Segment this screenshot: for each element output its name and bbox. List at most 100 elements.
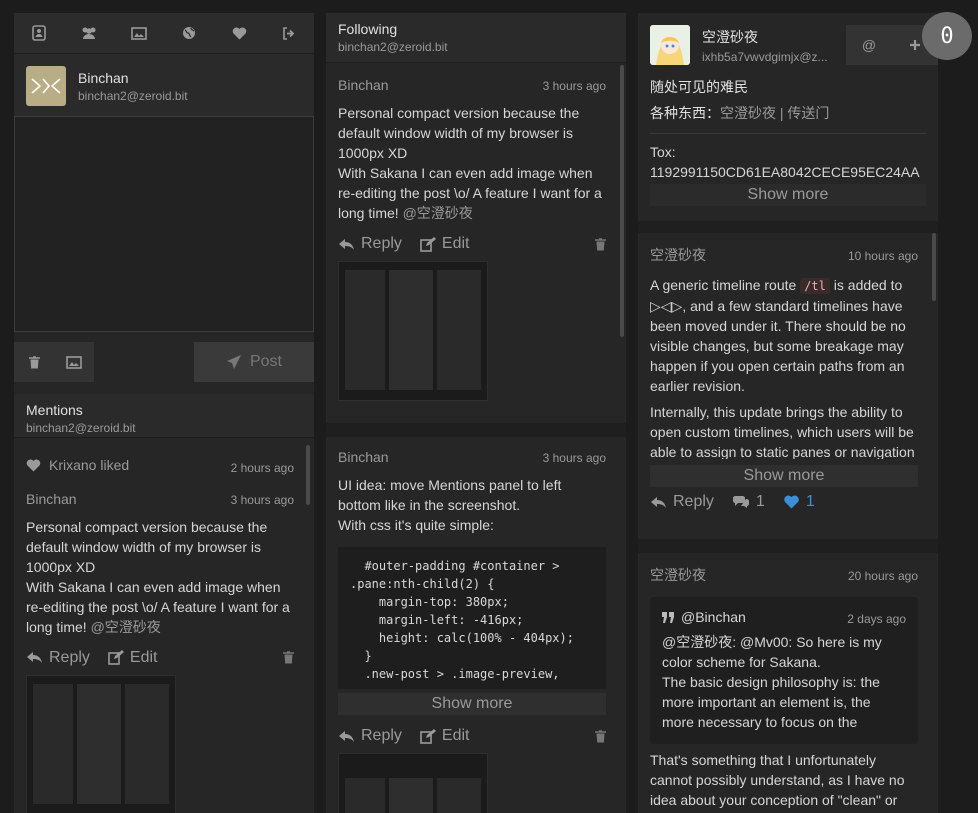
logout-icon[interactable] [264, 13, 314, 53]
attach-image-button[interactable] [54, 342, 94, 382]
post-time[interactable]: 10 hours ago [848, 249, 918, 263]
reply-button[interactable]: Reply [26, 649, 90, 667]
post-text: is added to ▷◁▷, and a few standard time… [650, 277, 906, 394]
bio-link[interactable]: 空澄砂夜 | 传送门 [720, 105, 829, 121]
post-body: Personal compact version because the def… [338, 103, 606, 223]
following-scrollbar[interactable] [620, 65, 624, 337]
mention-button[interactable]: @ [846, 25, 892, 65]
comments-button[interactable]: 1 [732, 493, 765, 511]
post-author[interactable]: Binchan [338, 77, 389, 93]
profile-column: 空澄砂夜 ixhb5a7vwvdgimjx@z... @ 随处可见的难民 各种东… [638, 13, 938, 813]
post-actions: Reply Edit [338, 727, 606, 745]
reply-button[interactable]: Reply [338, 727, 402, 745]
avatar[interactable] [26, 66, 66, 106]
contact-icon[interactable] [14, 13, 64, 53]
tox-value: 1192991150CD61EA8042CECE95EC24AA [650, 162, 926, 182]
user-name[interactable]: Binchan [78, 70, 188, 86]
profile-post: 空澄砂夜 10 hours ago A generic timeline rou… [638, 233, 930, 523]
post-image-thumbnail[interactable] [338, 261, 488, 401]
notification-counter[interactable]: 0 [922, 12, 972, 60]
trash-icon[interactable] [595, 730, 606, 743]
users-icon[interactable] [64, 13, 114, 53]
post-time[interactable]: 3 hours ago [231, 493, 294, 507]
post-actions: Reply Edit [338, 235, 606, 253]
quoted-post: @Binchan 2 days ago @空澄砂夜: @Mv00: So her… [650, 597, 918, 744]
globe-icon[interactable] [164, 13, 214, 53]
post-author[interactable]: Binchan [338, 449, 389, 465]
mention-post: Krixano liked 2 hours ago Binchan 3 hour… [14, 445, 306, 813]
send-icon [226, 354, 242, 370]
quote-time[interactable]: 2 days ago [847, 612, 906, 626]
post-image-thumbnail[interactable] [338, 753, 488, 813]
like-time: 2 hours ago [231, 461, 294, 475]
post-textarea[interactable] [14, 116, 314, 332]
post-actions: Reply Edit [26, 649, 294, 667]
show-more-button[interactable]: Show more [650, 465, 918, 487]
post-author[interactable]: 空澄砂夜 [650, 245, 706, 265]
like-button[interactable]: 1 [783, 493, 815, 511]
edit-icon [108, 650, 124, 665]
mentions-header: Mentions binchan2@zeroid.bit [14, 394, 314, 438]
profile-handle: ixhb5a7vwvdgimjx@z... [702, 50, 842, 64]
reply-icon [26, 651, 43, 664]
edit-button[interactable]: Edit [420, 235, 470, 253]
following-column: Following binchan2@zeroid.bit Binchan 3 … [326, 13, 626, 813]
post-time[interactable]: 20 hours ago [848, 569, 918, 583]
profile-name[interactable]: 空澄砂夜 [702, 27, 842, 47]
edit-button[interactable]: Edit [420, 727, 470, 745]
mentions-scrollbar[interactable] [306, 445, 310, 505]
reply-icon [650, 496, 667, 509]
code-block: #outer-padding #container > .pane:nth-ch… [338, 547, 606, 689]
post-body: Personal compact version because the def… [26, 517, 294, 637]
profile-bio: 随处可见的难民 各种东西：空澄砂夜 | 传送门 [650, 77, 926, 123]
quote-icon [662, 612, 675, 623]
trash-icon[interactable] [595, 238, 606, 251]
reply-icon [338, 238, 355, 251]
following-title: Following [338, 21, 614, 37]
mention-link[interactable]: @空澄砂夜 [403, 205, 473, 221]
heart-icon[interactable] [214, 13, 264, 53]
post-time[interactable]: 3 hours ago [543, 79, 606, 93]
post-time[interactable]: 3 hours ago [543, 451, 606, 465]
edit-label: Edit [442, 235, 470, 253]
mentions-subtitle: binchan2@zeroid.bit [26, 421, 302, 435]
edit-button[interactable]: Edit [108, 649, 158, 667]
reply-icon [338, 730, 355, 743]
composer-toolbar [14, 13, 314, 54]
reply-label: Reply [361, 235, 402, 253]
bio-links: 各种东西：空澄砂夜 | 传送门 [650, 103, 926, 123]
following-subtitle: binchan2@zeroid.bit [338, 40, 614, 54]
composer-profile: Binchan binchan2@zeroid.bit [14, 54, 314, 119]
post-image-thumbnail[interactable] [26, 675, 176, 813]
post-body-clip: A generic timeline route /tl is added to… [650, 265, 918, 459]
reply-button[interactable]: Reply [338, 235, 402, 253]
following-header: Following binchan2@zeroid.bit [326, 13, 626, 63]
show-more-button[interactable]: Show more [650, 184, 926, 206]
post-button[interactable]: Post [194, 342, 314, 382]
profile-card: 空澄砂夜 ixhb5a7vwvdgimjx@z... @ 随处可见的难民 各种东… [638, 13, 938, 207]
post-body: Internally, this update brings the abili… [650, 402, 918, 459]
profile-avatar[interactable] [650, 25, 690, 65]
edit-label: Edit [442, 727, 470, 745]
user-handle: binchan2@zeroid.bit [78, 89, 188, 103]
post-body: A generic timeline route /tl is added to… [650, 275, 918, 396]
comments-count: 1 [756, 493, 765, 511]
post-actions: Reply 1 1 [650, 493, 918, 511]
comments-icon [732, 495, 750, 509]
mention-link[interactable]: @空澄砂夜 [91, 619, 161, 635]
post-author[interactable]: 空澄砂夜 [650, 565, 706, 585]
quote-author[interactable]: @Binchan [681, 609, 746, 625]
composer-column: Binchan binchan2@zeroid.bit Post Mention… [14, 13, 314, 813]
image-icon [66, 356, 82, 369]
trash-icon [29, 356, 40, 369]
trash-icon[interactable] [283, 651, 294, 664]
post-author[interactable]: Binchan [26, 491, 77, 507]
reply-button[interactable]: Reply [650, 493, 714, 511]
mentions-title: Mentions [26, 402, 302, 418]
profile-scrollbar[interactable] [932, 233, 936, 301]
profile-post: 空澄砂夜 20 hours ago @Binchan 2 days ago @空… [638, 553, 930, 813]
like-text[interactable]: Krixano liked [49, 457, 129, 473]
image-icon[interactable] [114, 13, 164, 53]
show-more-button[interactable]: Show more [338, 693, 606, 715]
clear-button[interactable] [14, 342, 54, 382]
